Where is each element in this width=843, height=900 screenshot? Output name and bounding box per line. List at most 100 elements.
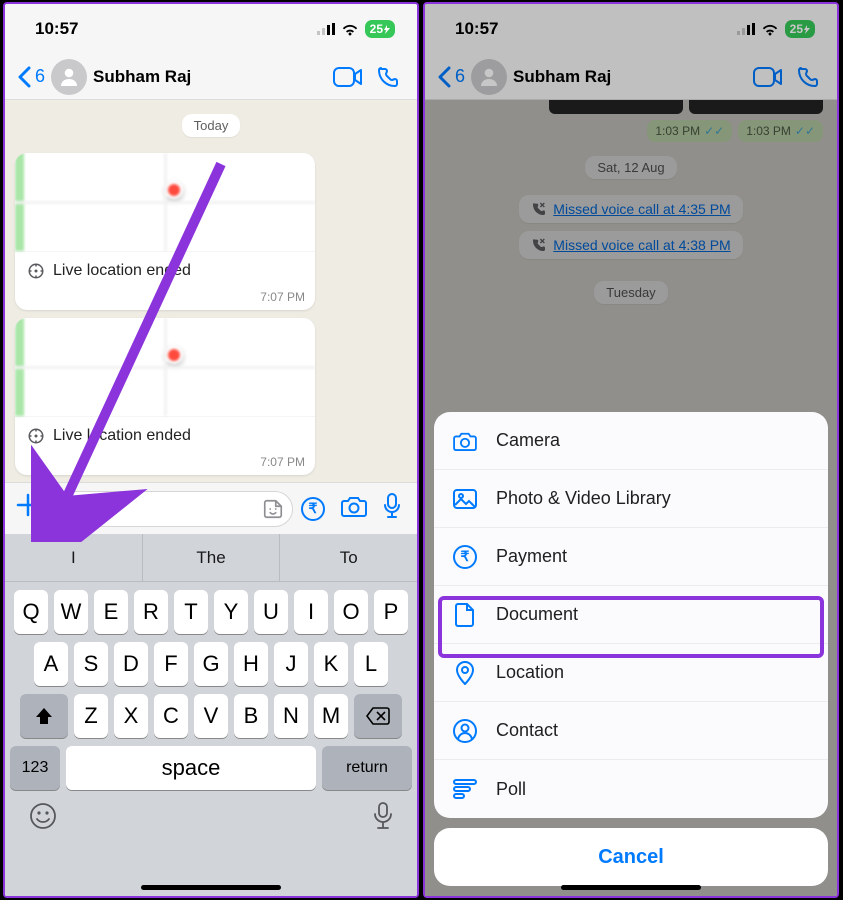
camera-icon [341,495,367,517]
sticker-icon[interactable] [262,498,284,520]
attach-button[interactable] [15,492,41,526]
status-time: 10:57 [35,19,78,39]
chat-header: 6 Subham Raj [5,54,417,100]
key-a[interactable]: A [34,642,68,686]
key-q[interactable]: Q [14,590,48,634]
status-icons: 25 [317,20,395,38]
dictation-button[interactable] [373,802,393,837]
cellular-icon [317,23,335,35]
key-j[interactable]: J [274,642,308,686]
key-f[interactable]: F [154,642,188,686]
voice-call-button[interactable] [371,65,405,89]
sheet-item-label: Location [496,662,564,683]
status-bar: 10:57 25 [5,4,417,54]
poll-icon [452,779,478,799]
key-r[interactable]: R [134,590,168,634]
key-v[interactable]: V [194,694,228,738]
key-c[interactable]: C [154,694,188,738]
sheet-item-library[interactable]: Photo & Video Library [434,470,828,528]
map-pin-icon [165,181,183,199]
key-space[interactable]: space [66,746,316,790]
sheet-item-camera[interactable]: Camera [434,412,828,470]
sheet-cancel-button[interactable]: Cancel [434,828,828,886]
mic-icon [373,802,393,830]
location-icon [452,661,478,685]
key-return[interactable]: return [322,746,412,790]
key-k[interactable]: K [314,642,348,686]
camera-icon [452,431,478,451]
key-b[interactable]: B [234,694,268,738]
key-z[interactable]: Z [74,694,108,738]
key-y[interactable]: Y [214,590,248,634]
key-delete[interactable] [354,694,402,738]
sheet-item-label: Camera [496,430,560,451]
rupee-icon: ₹ [452,545,478,569]
suggestion[interactable]: To [280,534,417,581]
location-message-1[interactable]: Live location ended 7:07 PM [15,153,315,310]
suggestion[interactable]: The [143,534,281,581]
contact-name[interactable]: Subham Raj [93,67,325,87]
live-location-icon [27,427,45,445]
suggestion-row: I The To [5,534,417,582]
live-location-icon [27,262,45,280]
rupee-icon: ₹ [301,497,325,521]
key-i[interactable]: I [294,590,328,634]
battery-indicator: 25 [365,20,395,38]
key-n[interactable]: N [274,694,308,738]
home-indicator[interactable] [141,885,281,890]
emoji-icon [29,802,57,830]
key-g[interactable]: G [194,642,228,686]
plus-icon [15,492,41,518]
wifi-icon [341,23,359,36]
phone-icon [376,65,400,89]
shift-icon [34,706,54,726]
message-time: 7:07 PM [15,290,315,310]
key-d[interactable]: D [114,642,148,686]
keyboard[interactable]: I The To QWERTYUIOP ASDFGHJKL ZXCVBNM 12… [5,534,417,896]
key-t[interactable]: T [174,590,208,634]
map-thumbnail [15,153,315,251]
sheet-item-document[interactable]: Document [434,586,828,644]
text-cursor [62,499,64,519]
key-e[interactable]: E [94,590,128,634]
video-call-button[interactable] [331,67,365,87]
camera-button[interactable] [339,495,369,523]
location-label: Live location ended [53,262,191,280]
message-input-row: ₹ [5,482,417,534]
backspace-icon [366,707,390,725]
person-icon [57,65,81,89]
key-shift[interactable] [20,694,68,738]
payment-button[interactable]: ₹ [301,497,331,521]
location-message-2[interactable]: Live location ended 7:07 PM [15,318,315,475]
sheet-item-payment[interactable]: ₹ Payment [434,528,828,586]
location-label: Live location ended [53,427,191,445]
chevron-left-icon [17,66,31,88]
mic-button[interactable] [377,493,407,525]
photo-icon [452,489,478,509]
home-indicator[interactable] [561,885,701,890]
emoji-button[interactable] [29,802,57,837]
key-s[interactable]: S [74,642,108,686]
back-count[interactable]: 6 [35,66,45,87]
message-input[interactable] [49,491,293,527]
date-chip: Today [182,114,241,137]
attachment-action-sheet: Camera Photo & Video Library ₹ Payment D… [434,412,828,886]
mic-icon [383,493,401,519]
sheet-item-label: Payment [496,546,567,567]
key-l[interactable]: L [354,642,388,686]
key-h[interactable]: H [234,642,268,686]
key-p[interactable]: P [374,590,408,634]
avatar[interactable] [51,59,87,95]
sheet-item-location[interactable]: Location [434,644,828,702]
sheet-item-contact[interactable]: Contact [434,702,828,760]
key-123[interactable]: 123 [10,746,60,790]
sheet-item-poll[interactable]: Poll [434,760,828,818]
key-u[interactable]: U [254,590,288,634]
key-o[interactable]: O [334,590,368,634]
back-button[interactable] [17,66,31,88]
suggestion[interactable]: I [5,534,143,581]
key-m[interactable]: M [314,694,348,738]
map-thumbnail [15,318,315,416]
key-w[interactable]: W [54,590,88,634]
key-x[interactable]: X [114,694,148,738]
